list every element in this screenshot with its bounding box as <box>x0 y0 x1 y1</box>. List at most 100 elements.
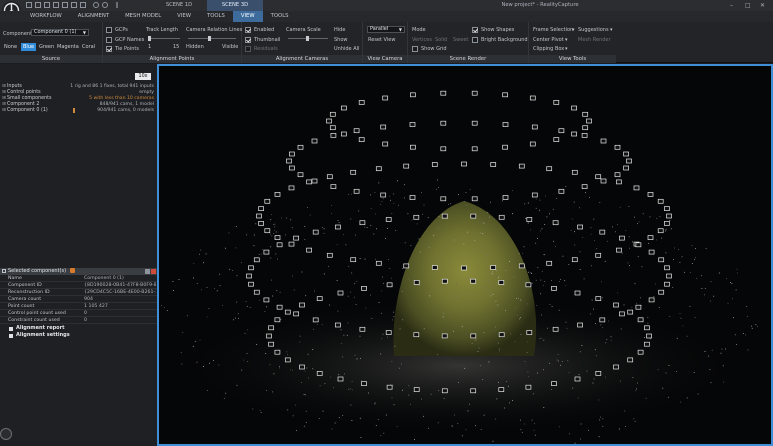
clipping-box-caret-icon[interactable]: ▾ <box>565 46 568 52</box>
center-pivot-button[interactable]: Center Pivot <box>533 37 564 43</box>
layout-icon[interactable] <box>44 2 50 8</box>
show-shapes-checkbox[interactable] <box>472 27 478 33</box>
bright-background-checkbox[interactable] <box>472 37 478 43</box>
point-speck <box>402 319 404 321</box>
center-pivot-caret-icon[interactable]: ▾ <box>565 37 568 43</box>
unhide-all-button[interactable]: Unhide All <box>334 46 359 52</box>
point-speck <box>279 367 280 369</box>
point-speck <box>414 439 415 440</box>
layout-icon[interactable] <box>71 2 77 8</box>
camera-frustum <box>386 282 393 288</box>
grid-layout-icon[interactable] <box>26 2 32 8</box>
component-dropdown[interactable]: Component 0 (1) ▼ <box>31 29 89 36</box>
solid-button[interactable]: Solid <box>435 37 447 43</box>
pin-icon[interactable] <box>145 269 150 274</box>
maximize-icon[interactable]: □ <box>745 2 751 9</box>
tree-row-component-0[interactable]: ⊞Component 0 (1) <box>2 108 48 114</box>
suggestions-caret-icon[interactable]: ▾ <box>610 27 613 33</box>
frame-selection-button[interactable]: Frame Selection <box>533 27 573 33</box>
mesh-render-button[interactable]: Mesh Render <box>578 37 611 43</box>
camera-frustum <box>361 381 367 386</box>
point-speck <box>196 361 198 363</box>
redo-icon[interactable] <box>102 2 108 8</box>
point-speck <box>573 201 575 203</box>
color-coral-button[interactable]: Coral <box>80 43 97 51</box>
camera-frustum <box>268 341 274 347</box>
thumbnail-checkbox[interactable] <box>245 37 251 43</box>
tab-scene-1d[interactable]: SCENE 1D <box>151 0 207 11</box>
tree-zoom-button[interactable]: 10x <box>135 73 151 80</box>
alignment-settings-section[interactable]: Alignment settings <box>0 332 157 339</box>
slider-knob[interactable] <box>306 36 309 41</box>
color-green-button[interactable]: Green <box>37 43 56 51</box>
clipping-box-button[interactable]: Clipping Box <box>533 46 564 52</box>
selected-components-header[interactable]: Selected component(s) <box>0 268 157 275</box>
expand-icon[interactable] <box>9 334 13 338</box>
camera-frustum <box>413 214 420 220</box>
point-speck <box>458 194 459 196</box>
color-none-button[interactable]: None <box>2 43 19 51</box>
point-speck <box>307 207 308 208</box>
point-speck <box>309 214 311 216</box>
camera-frustum <box>441 213 448 219</box>
track-length-slider[interactable] <box>148 36 180 41</box>
menu-mesh-model[interactable]: MESH MODEL <box>117 11 169 22</box>
navigation-widget-icon[interactable] <box>0 428 12 440</box>
point-speck <box>387 336 388 338</box>
point-speck <box>392 384 394 386</box>
color-magenta-button[interactable]: Magenta <box>55 43 81 51</box>
gcp-names-checkbox[interactable] <box>106 37 112 43</box>
vertices-button[interactable]: Vertices <box>412 37 432 43</box>
residuals-checkbox[interactable] <box>245 46 251 52</box>
layout-icon[interactable] <box>35 2 41 8</box>
collapse-icon[interactable] <box>2 269 6 273</box>
suggestions-button[interactable]: Suggestions <box>578 27 609 33</box>
camera-frustum <box>623 151 629 157</box>
menu-workflow[interactable]: WORKFLOW <box>22 11 70 22</box>
show-grid-checkbox[interactable] <box>412 46 418 52</box>
menu-tools[interactable]: TOOLS <box>199 11 233 22</box>
minimize-icon[interactable]: – <box>730 2 733 9</box>
expand-icon[interactable] <box>9 327 13 331</box>
frame-selection-caret-icon[interactable]: ▾ <box>572 27 575 33</box>
point-speck <box>482 233 484 234</box>
layout-icon[interactable] <box>53 2 59 8</box>
close-icon[interactable] <box>151 269 156 274</box>
reset-view-button[interactable]: Reset View <box>368 37 395 43</box>
layout-icon[interactable] <box>80 2 86 8</box>
camera-scale-slider[interactable] <box>288 36 328 41</box>
menu-alignment[interactable]: ALIGNMENT <box>70 11 117 22</box>
slider-knob[interactable] <box>148 36 151 41</box>
alignment-report-section[interactable]: Alignment report <box>0 325 157 332</box>
point-speck <box>532 282 534 284</box>
point-speck <box>336 280 338 281</box>
camera-relation-slider[interactable] <box>188 36 236 41</box>
slider-knob[interactable] <box>208 36 211 41</box>
camera-frustum <box>471 90 478 96</box>
point-speck <box>451 425 453 427</box>
sweet-button[interactable]: Sweet <box>453 37 468 43</box>
show-button[interactable]: Show <box>334 37 348 43</box>
menu-view[interactable]: VIEW <box>169 11 199 22</box>
layout-icon[interactable] <box>62 2 68 8</box>
gcps-checkbox[interactable] <box>106 27 112 33</box>
close-icon[interactable]: ✕ <box>760 2 765 9</box>
hide-button[interactable]: Hide <box>334 27 345 33</box>
camera-frustum <box>558 188 565 194</box>
menu-view-active[interactable]: VIEW <box>232 11 263 22</box>
projection-dropdown[interactable]: Parallel ▼ <box>367 26 405 33</box>
prop-key: Name <box>8 276 22 281</box>
undo-icon[interactable] <box>93 2 99 8</box>
show-shapes-label: Show Shapes <box>481 27 515 33</box>
point-cloud-render[interactable] <box>159 66 771 444</box>
color-blue-button[interactable]: Blue <box>21 43 37 51</box>
point-speck <box>522 252 523 254</box>
camera-frustum <box>326 118 332 124</box>
menu-tools-2[interactable]: TOOLS <box>263 11 297 22</box>
point-speck <box>656 217 658 219</box>
point-speck <box>564 280 566 282</box>
tab-scene-3d[interactable]: SCENE 3D <box>207 0 263 11</box>
enabled-checkbox[interactable] <box>245 27 251 33</box>
tie-points-checkbox[interactable] <box>106 46 112 52</box>
scene-3d-viewport[interactable] <box>157 64 773 446</box>
